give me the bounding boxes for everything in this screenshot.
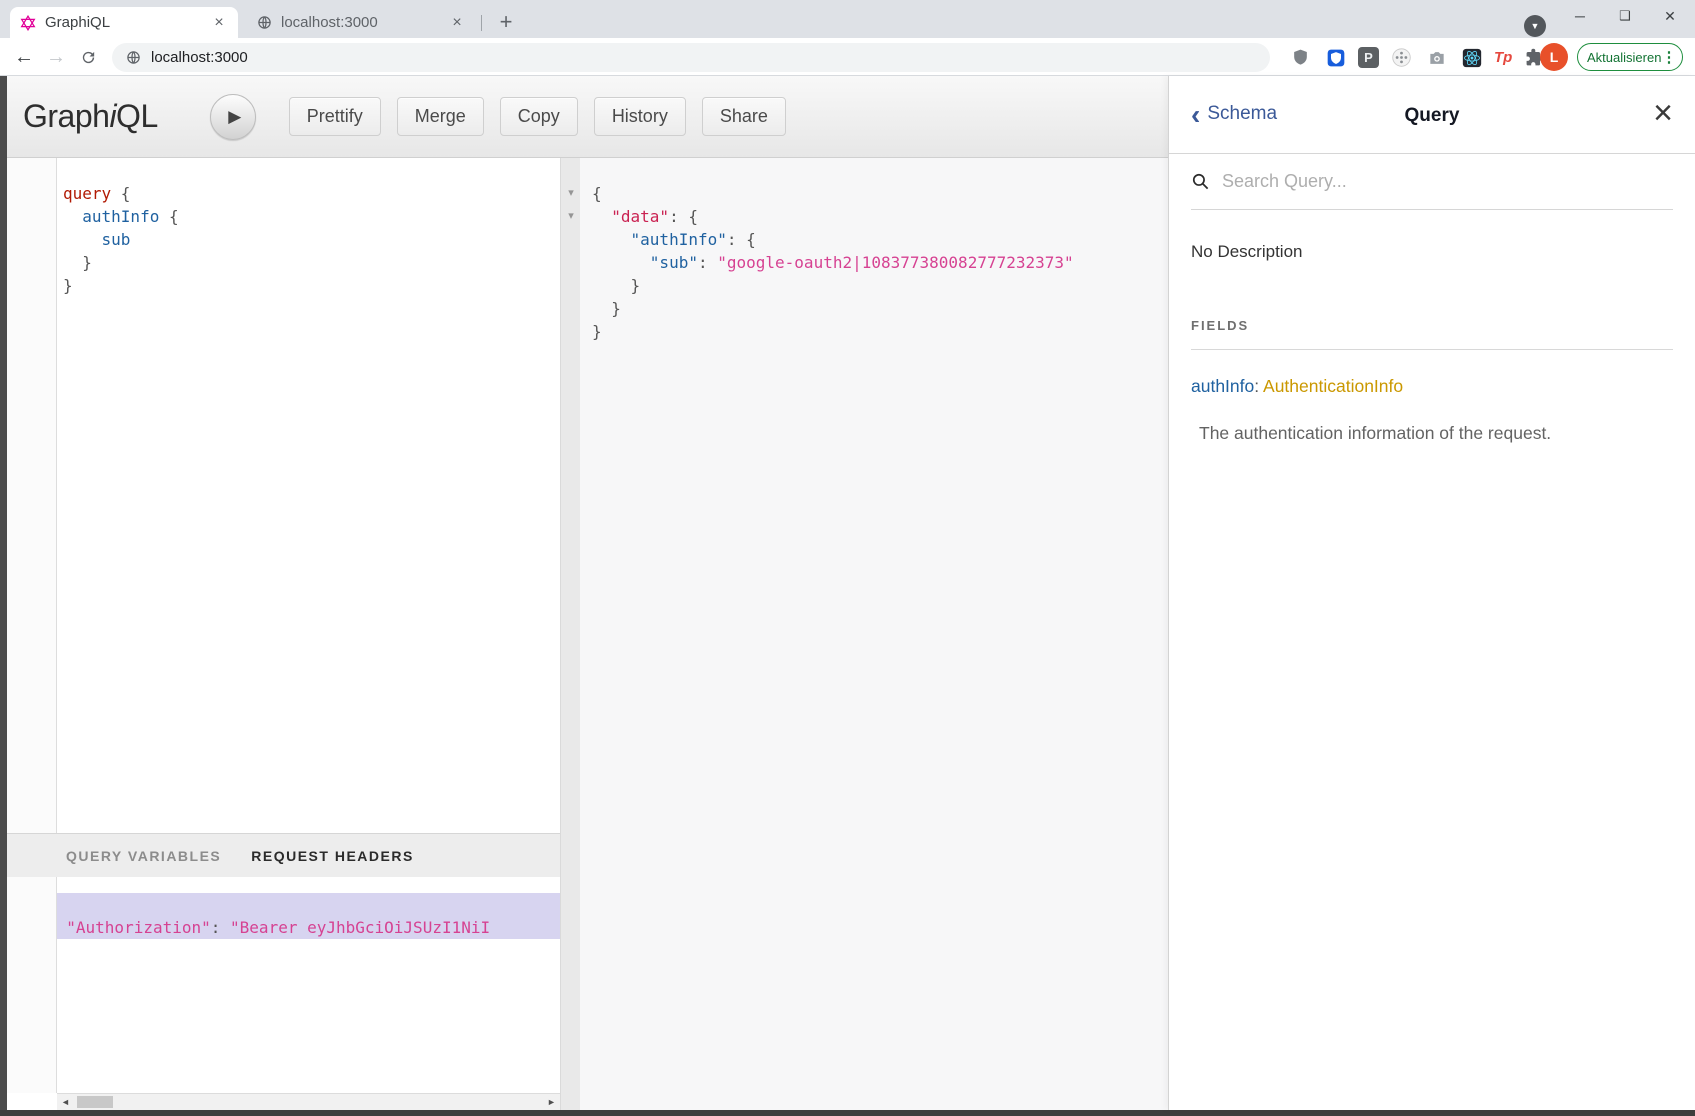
graphql-logo-icon — [20, 15, 36, 31]
address-bar[interactable]: localhost:3000 — [112, 43, 1270, 72]
code-line: 3} — [7, 939, 560, 962]
code-line: 1▾query { — [7, 182, 560, 205]
doc-fields-divider — [1191, 349, 1673, 350]
history-button[interactable]: History — [594, 97, 686, 136]
code-line: 4 } — [7, 251, 560, 274]
tab-search-button[interactable]: ▼ — [1524, 15, 1546, 37]
copy-button[interactable]: Copy — [500, 97, 578, 136]
fold-icon[interactable]: ▾ — [561, 182, 581, 205]
dots-circle-extension-icon[interactable] — [1389, 45, 1414, 70]
query-editor[interactable]: 1▾query {2 authInfo {3 sub4 }5} — [7, 158, 560, 833]
shield-extension-icon[interactable] — [1288, 45, 1313, 70]
code-line: "data": { — [580, 205, 1168, 228]
doc-search-input[interactable] — [1222, 171, 1673, 192]
query-editor-gutter — [7, 158, 57, 833]
window-maximize-button[interactable]: ❑ — [1603, 0, 1647, 32]
new-tab-button[interactable]: + — [492, 9, 520, 37]
tab-query-variables[interactable]: QUERY VARIABLES — [66, 848, 221, 864]
scroll-right-arrow-icon[interactable]: ► — [543, 1094, 560, 1110]
doc-field-type-link[interactable]: AuthenticationInfo — [1263, 376, 1403, 396]
url-text[interactable]: localhost:3000 — [151, 49, 248, 66]
variables-section: QUERY VARIABLES REQUEST HEADERS 1{2 "Aut… — [7, 833, 560, 1110]
code-line: "sub": "google-oauth2|108377380082777232… — [580, 251, 1168, 274]
code-line: } — [580, 297, 1168, 320]
code-line: 2 authInfo { — [7, 205, 560, 228]
browser-tab-strip: GraphiQL × localhost:3000 × + ▼ ─ ❑ ✕ — [0, 0, 1695, 38]
search-icon — [1191, 172, 1210, 191]
scrollbar-thumb[interactable] — [77, 1096, 113, 1108]
variables-tabbar: QUERY VARIABLES REQUEST HEADERS — [7, 833, 560, 877]
headers-editor-gutter — [7, 877, 57, 1093]
doc-title: Query — [1169, 105, 1695, 127]
code-line: 2 "Authorization": "Bearer eyJhbGciOiJSU… — [7, 916, 560, 939]
globe-icon — [256, 15, 272, 31]
doc-explorer-header: ‹ Schema Query × — [1169, 76, 1695, 154]
code-line: 5} — [7, 274, 560, 297]
extensions-row: P Tp — [1288, 43, 1547, 72]
doc-field-row: authInfo: AuthenticationInfo — [1191, 376, 1673, 397]
react-devtools-extension-icon[interactable] — [1459, 45, 1484, 70]
doc-no-description: No Description — [1191, 242, 1673, 262]
tab-request-headers[interactable]: REQUEST HEADERS — [251, 848, 414, 864]
update-label: Aktualisieren — [1587, 50, 1661, 65]
chrome-update-button[interactable]: Aktualisieren ⋮ — [1577, 43, 1683, 71]
tab-divider — [481, 15, 482, 31]
fold-icon[interactable]: ▾ — [561, 205, 581, 228]
graphiql-topbar: GraphiQL ▶ Prettify Merge Copy History Share — [7, 76, 1168, 158]
site-info-globe-icon[interactable] — [126, 50, 141, 65]
window-left-edge — [0, 76, 7, 1110]
tab-title: localhost:3000 — [281, 14, 448, 31]
doc-body: No Description FIELDS authInfo: Authenti… — [1169, 242, 1695, 444]
share-button[interactable]: Share — [702, 97, 786, 136]
query-pane: 1▾query {2 authInfo {3 sub4 }5} QUERY VA… — [7, 158, 560, 1110]
window-close-button[interactable]: ✕ — [1648, 0, 1692, 32]
merge-button[interactable]: Merge — [397, 97, 484, 136]
graphiql-logo: GraphiQL — [23, 98, 158, 135]
result-pane: { "data": { "authInfo": { "sub": "google… — [580, 158, 1168, 1110]
code-line: } — [580, 274, 1168, 297]
profile-avatar[interactable]: L — [1540, 43, 1568, 71]
request-headers-editor[interactable]: 1{2 "Authorization": "Bearer eyJhbGciOiJ… — [7, 877, 560, 1093]
window-bottom-edge — [0, 1110, 1695, 1116]
code-line: } — [580, 320, 1168, 343]
camera-extension-icon[interactable] — [1424, 45, 1449, 70]
prettify-button[interactable]: Prettify — [289, 97, 381, 136]
tab-title: GraphiQL — [45, 14, 210, 31]
browser-menu-dots-icon[interactable]: ⋮ — [1661, 48, 1676, 66]
execute-query-button[interactable]: ▶ — [210, 94, 256, 140]
doc-explorer: ‹ Schema Query × No Description FIELDS a… — [1168, 76, 1695, 1110]
bitwarden-extension-icon[interactable] — [1323, 45, 1348, 70]
tab-graphiql[interactable]: GraphiQL × — [10, 7, 238, 38]
doc-search-row — [1191, 154, 1673, 210]
doc-field-name-link[interactable]: authInfo — [1191, 376, 1254, 396]
tab-localhost[interactable]: localhost:3000 × — [246, 7, 476, 38]
back-button[interactable]: ← — [10, 43, 38, 71]
code-line: "authInfo": { — [580, 228, 1168, 251]
browser-toolbar: ← → localhost:3000 P Tp L Aktualisi — [0, 38, 1695, 76]
doc-field-description: The authentication information of the re… — [1199, 423, 1673, 444]
doc-field-separator: : — [1254, 376, 1263, 396]
doc-fields-header: FIELDS — [1191, 318, 1673, 333]
code-line: { — [580, 182, 1168, 205]
toolbar-buttons: Prettify Merge Copy History Share — [289, 97, 786, 136]
forward-button: → — [42, 43, 70, 71]
tab-close-icon[interactable]: × — [448, 14, 466, 32]
tab-close-icon[interactable]: × — [210, 14, 228, 32]
reload-button[interactable] — [74, 43, 102, 71]
tp-extension-icon[interactable]: Tp — [1494, 49, 1512, 66]
scroll-left-arrow-icon[interactable]: ◄ — [57, 1094, 74, 1110]
code-line: 3 sub — [7, 228, 560, 251]
window-minimize-button[interactable]: ─ — [1558, 0, 1602, 32]
doc-close-icon[interactable]: × — [1653, 94, 1673, 132]
pane-divider[interactable]: ▾ ▾ — [560, 158, 580, 1110]
play-icon: ▶ — [228, 107, 241, 127]
code-line: 1{ — [7, 893, 560, 916]
p-extension-icon[interactable]: P — [1358, 47, 1379, 68]
horizontal-scrollbar[interactable]: ◄ ► — [57, 1093, 560, 1110]
